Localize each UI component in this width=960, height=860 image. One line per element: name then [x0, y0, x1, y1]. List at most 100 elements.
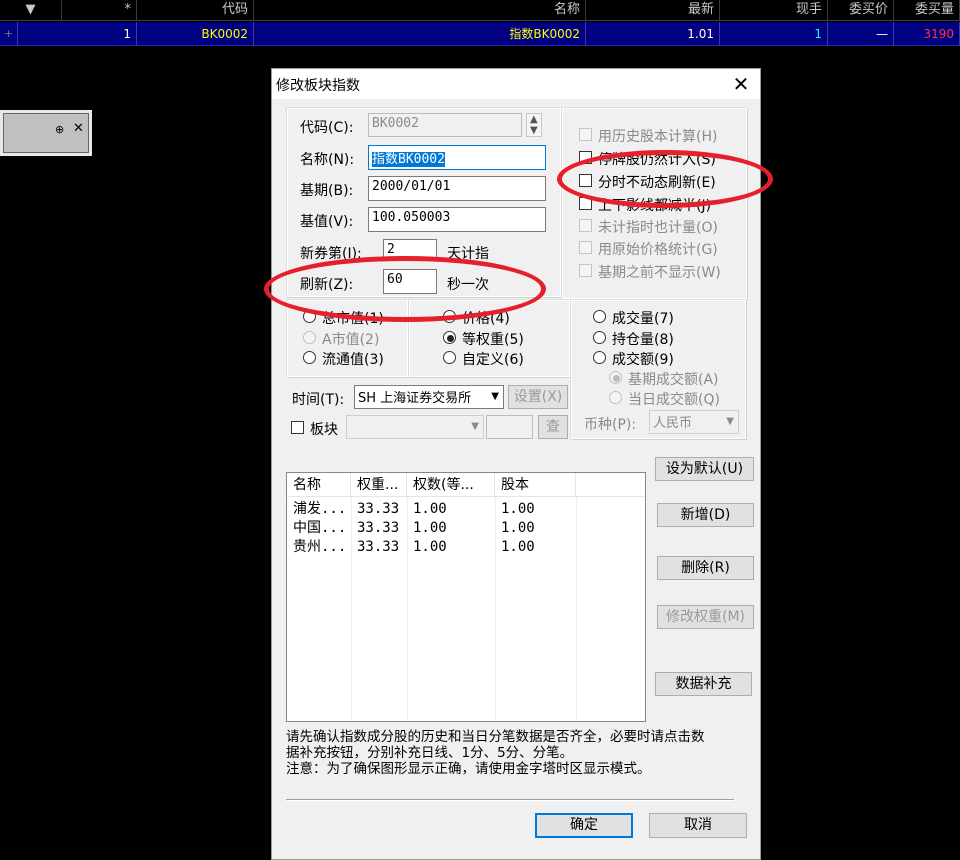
- checkbox-hide-before-base[interactable]: [579, 264, 592, 277]
- set-default-button[interactable]: 设为默认(U): [655, 457, 754, 481]
- dialog-title: 修改板块指数: [276, 78, 360, 94]
- list-cell[interactable]: 中国...: [287, 519, 351, 538]
- list-cell[interactable]: 浦发...: [287, 500, 351, 519]
- delete-button[interactable]: 删除(R): [657, 556, 754, 580]
- checkbox-history-capital[interactable]: [579, 128, 592, 141]
- base-value-field[interactable]: 100.050003: [368, 207, 546, 232]
- block-label: 板块: [310, 422, 338, 438]
- radio-selected-dot: [613, 375, 620, 382]
- spin-up-icon[interactable]: ▲: [530, 114, 538, 125]
- option-history-capital-label: 用历史股本计算(H): [598, 129, 718, 145]
- header-bid-qty[interactable]: 委买量: [894, 0, 960, 21]
- notes-line: 据补充按钮，分别补充日线、1分、5分、分笔。: [286, 745, 574, 761]
- radio-custom-label: 自定义(6): [462, 352, 524, 368]
- list-header-weight-count[interactable]: 权数(等...: [407, 473, 495, 497]
- component-list[interactable]: 名称 权重... 权数(等... 股本 浦发... 33.33 1.00 1.0…: [286, 472, 646, 722]
- list-cell[interactable]: 1.00: [407, 538, 495, 557]
- add-button[interactable]: 新增(D): [657, 503, 754, 527]
- quote-table-header: ▼ * 代码 名称 最新 现手 委买价 委买量: [0, 0, 960, 21]
- radio-a-cap-label: A市值(2): [322, 332, 380, 348]
- list-header-weight[interactable]: 权重...: [351, 473, 407, 497]
- list-cell[interactable]: 33.33: [351, 500, 407, 519]
- time-set-button[interactable]: 设置(X): [508, 385, 568, 409]
- list-header-empty: [576, 473, 645, 497]
- cancel-button[interactable]: 取消: [649, 813, 747, 838]
- list-cell[interactable]: 1.00: [495, 500, 576, 519]
- block-checkbox[interactable]: [291, 421, 304, 434]
- row-code: BK0002: [137, 22, 254, 46]
- radio-float-cap[interactable]: [303, 351, 316, 364]
- floating-panel[interactable]: ⊕ ✕: [0, 110, 92, 156]
- close-icon[interactable]: ✕: [728, 71, 754, 97]
- annotation-ellipse: [557, 150, 773, 208]
- time-select[interactable]: SH 上海证券交易所 ▼: [354, 385, 504, 409]
- radio-equal-weight[interactable]: [443, 331, 456, 344]
- radio-volume-label: 成交量(7): [612, 311, 674, 327]
- code-label: 代码(C):: [300, 120, 354, 136]
- pin-icon[interactable]: ⊕: [55, 123, 64, 136]
- currency-label: 币种(P):: [584, 417, 637, 433]
- radio-day-amount-label: 当日成交额(Q): [628, 392, 720, 408]
- block-search-field[interactable]: [486, 415, 533, 439]
- radio-open-interest-label: 持仓量(8): [612, 332, 674, 348]
- header-latest[interactable]: 最新: [586, 0, 720, 21]
- list-cell[interactable]: 33.33: [351, 519, 407, 538]
- row-index: 1: [18, 22, 137, 46]
- chevron-down-icon: ▼: [491, 391, 499, 402]
- ok-button[interactable]: 确定: [535, 813, 633, 838]
- radio-day-amount[interactable]: [609, 391, 622, 404]
- header-bid-price[interactable]: 委买价: [828, 0, 894, 21]
- spin-down-icon[interactable]: ▼: [530, 125, 538, 136]
- radio-amount[interactable]: [593, 351, 606, 364]
- radio-open-interest[interactable]: [593, 331, 606, 344]
- checkbox-original-price[interactable]: [579, 241, 592, 254]
- row-latest: 1.01: [586, 22, 720, 46]
- list-header-capital[interactable]: 股本: [495, 473, 576, 497]
- block-search-button[interactable]: 查: [538, 415, 568, 439]
- name-field-selected-text: 指数BK0002: [372, 152, 445, 167]
- list-cell[interactable]: 1.00: [407, 500, 495, 519]
- name-label: 名称(N):: [300, 152, 355, 168]
- title-bar: 修改板块指数 ✕: [272, 69, 760, 99]
- option-count-volume-label: 未计指时也计量(O): [598, 220, 718, 236]
- currency-value: 人民币: [653, 416, 693, 431]
- option-original-price-label: 用原始价格统计(G): [598, 242, 718, 258]
- base-value-label: 基值(V):: [300, 214, 354, 230]
- radio-custom[interactable]: [443, 351, 456, 364]
- edit-weight-button[interactable]: 修改权重(M): [657, 605, 754, 629]
- radio-base-amount-label: 基期成交额(A): [628, 372, 719, 388]
- header-name[interactable]: 名称: [254, 0, 586, 21]
- list-cell[interactable]: 1.00: [495, 519, 576, 538]
- block-select[interactable]: ▼: [346, 415, 484, 439]
- data-fill-button[interactable]: 数据补充: [655, 672, 752, 696]
- radio-a-cap[interactable]: [303, 331, 316, 344]
- close-icon[interactable]: ✕: [73, 121, 84, 136]
- list-cell[interactable]: 1.00: [495, 538, 576, 557]
- quote-row[interactable]: + 1 BK0002 指数BK0002 1.01 1 — 3190: [0, 22, 960, 46]
- radio-base-amount[interactable]: [609, 371, 622, 384]
- row-bid-qty: 3190: [894, 22, 960, 46]
- time-value: SH 上海证券交易所: [358, 391, 472, 406]
- list-cell[interactable]: 33.33: [351, 538, 407, 557]
- list-cell[interactable]: 1.00: [407, 519, 495, 538]
- row-volume-now: 1: [720, 22, 828, 46]
- name-field[interactable]: 指数BK0002: [368, 145, 546, 170]
- list-header-name[interactable]: 名称: [287, 473, 351, 497]
- list-cell[interactable]: 贵州...: [287, 538, 351, 557]
- row-expand-icon[interactable]: +: [0, 22, 18, 46]
- radio-volume[interactable]: [593, 310, 606, 323]
- currency-select[interactable]: 人民币 ▼: [649, 410, 739, 434]
- notes-line: 请先确认指数成分股的历史和当日分笔数据是否齐全，必要时请点击数: [286, 729, 705, 745]
- header-code[interactable]: 代码: [137, 0, 254, 21]
- header-volume-now[interactable]: 现手: [720, 0, 828, 21]
- column-menu-icon[interactable]: ▼: [0, 0, 62, 21]
- header-star[interactable]: *: [62, 0, 137, 21]
- row-bid-price: —: [828, 22, 894, 46]
- code-field[interactable]: BK0002: [368, 113, 522, 137]
- notes-text: 请先确认指数成分股的历史和当日分笔数据是否齐全，必要时请点击数 据补充按钮，分别…: [286, 729, 756, 777]
- checkbox-count-volume[interactable]: [579, 219, 592, 232]
- annotation-ellipse: [264, 256, 546, 322]
- code-spinner[interactable]: ▲ ▼: [526, 113, 542, 137]
- base-date-field[interactable]: 2000/01/01: [368, 176, 546, 201]
- divider: [286, 799, 734, 801]
